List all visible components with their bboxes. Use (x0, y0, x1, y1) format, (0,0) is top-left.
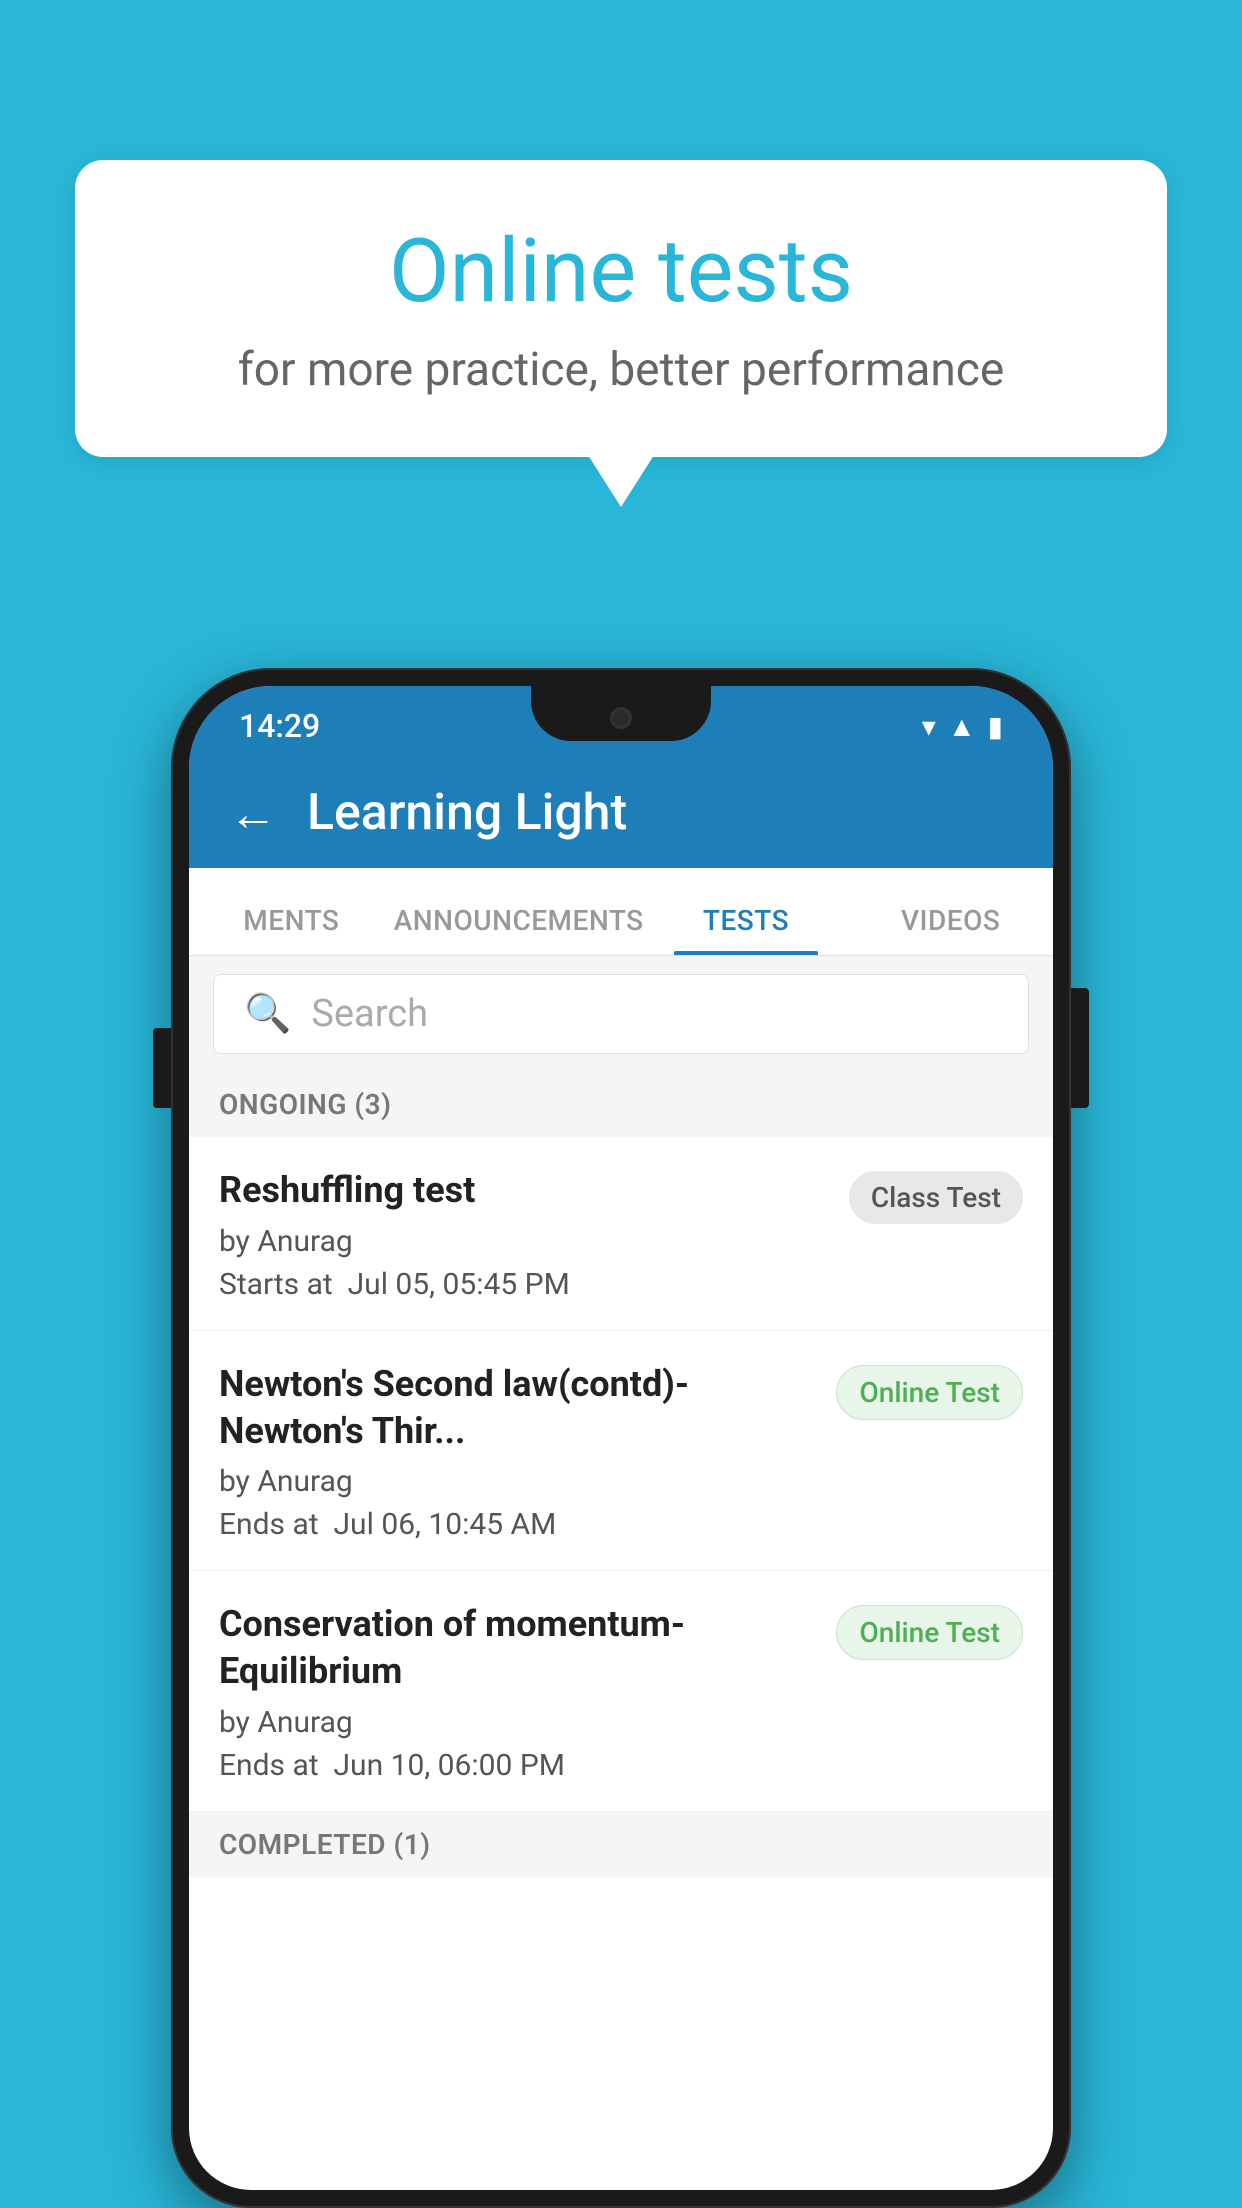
test-info-3: Conservation of momentum-Equilibrium by … (219, 1601, 816, 1783)
completed-section-header: COMPLETED (1) (189, 1812, 1053, 1877)
status-time: 14:29 (239, 707, 320, 745)
test-name-2: Newton's Second law(contd)-Newton's Thir… (219, 1361, 816, 1455)
phone-screen: 14:29 ▾ ▲ ▮ ← Learning Light MENTS ANNOU… (189, 686, 1053, 2190)
app-bar: ← Learning Light (189, 758, 1053, 868)
tab-tests[interactable]: TESTS (644, 904, 849, 955)
test-name-1: Reshuffling test (219, 1167, 829, 1214)
front-camera (610, 707, 632, 729)
test-item-1[interactable]: Reshuffling test by Anurag Starts at Jul… (189, 1137, 1053, 1331)
test-name-3: Conservation of momentum-Equilibrium (219, 1601, 816, 1695)
search-bar[interactable]: 🔍 Search (213, 974, 1029, 1054)
status-icons: ▾ ▲ ▮ (922, 710, 1003, 743)
signal-icon: ▲ (948, 710, 976, 743)
test-badge-1: Class Test (849, 1171, 1023, 1224)
test-info-1: Reshuffling test by Anurag Starts at Jul… (219, 1167, 829, 1302)
tab-ments[interactable]: MENTS (189, 904, 394, 955)
phone-notch (531, 686, 711, 741)
search-placeholder: Search (311, 992, 428, 1036)
test-author-3: by Anurag (219, 1705, 816, 1740)
test-item-3[interactable]: Conservation of momentum-Equilibrium by … (189, 1571, 1053, 1812)
test-badge-3: Online Test (836, 1605, 1023, 1660)
speech-bubble: Online tests for more practice, better p… (75, 160, 1167, 457)
tab-videos[interactable]: VIDEOS (848, 904, 1053, 955)
wifi-icon: ▾ (922, 710, 936, 743)
test-time-1: Starts at Jul 05, 05:45 PM (219, 1267, 829, 1302)
app-title: Learning Light (307, 784, 627, 842)
search-container: 🔍 Search (189, 956, 1053, 1072)
phone-wrapper: 14:29 ▾ ▲ ▮ ← Learning Light MENTS ANNOU… (171, 668, 1071, 2208)
tabs-bar: MENTS ANNOUNCEMENTS TESTS VIDEOS (189, 868, 1053, 956)
test-author-1: by Anurag (219, 1224, 829, 1259)
test-author-2: by Anurag (219, 1464, 816, 1499)
ongoing-section-header: ONGOING (3) (189, 1072, 1053, 1137)
bubble-subtitle: for more practice, better performance (155, 343, 1087, 397)
bubble-title: Online tests (155, 220, 1087, 323)
test-info-2: Newton's Second law(contd)-Newton's Thir… (219, 1361, 816, 1543)
test-time-3: Ends at Jun 10, 06:00 PM (219, 1748, 816, 1783)
test-item-2[interactable]: Newton's Second law(contd)-Newton's Thir… (189, 1331, 1053, 1572)
search-icon: 🔍 (244, 992, 291, 1036)
test-badge-2: Online Test (836, 1365, 1023, 1420)
phone-outer: 14:29 ▾ ▲ ▮ ← Learning Light MENTS ANNOU… (171, 668, 1071, 2208)
battery-icon: ▮ (988, 710, 1003, 743)
test-list: Reshuffling test by Anurag Starts at Jul… (189, 1137, 1053, 1812)
back-button[interactable]: ← (229, 785, 277, 842)
tab-announcements[interactable]: ANNOUNCEMENTS (394, 904, 644, 955)
test-time-2: Ends at Jul 06, 10:45 AM (219, 1507, 816, 1542)
